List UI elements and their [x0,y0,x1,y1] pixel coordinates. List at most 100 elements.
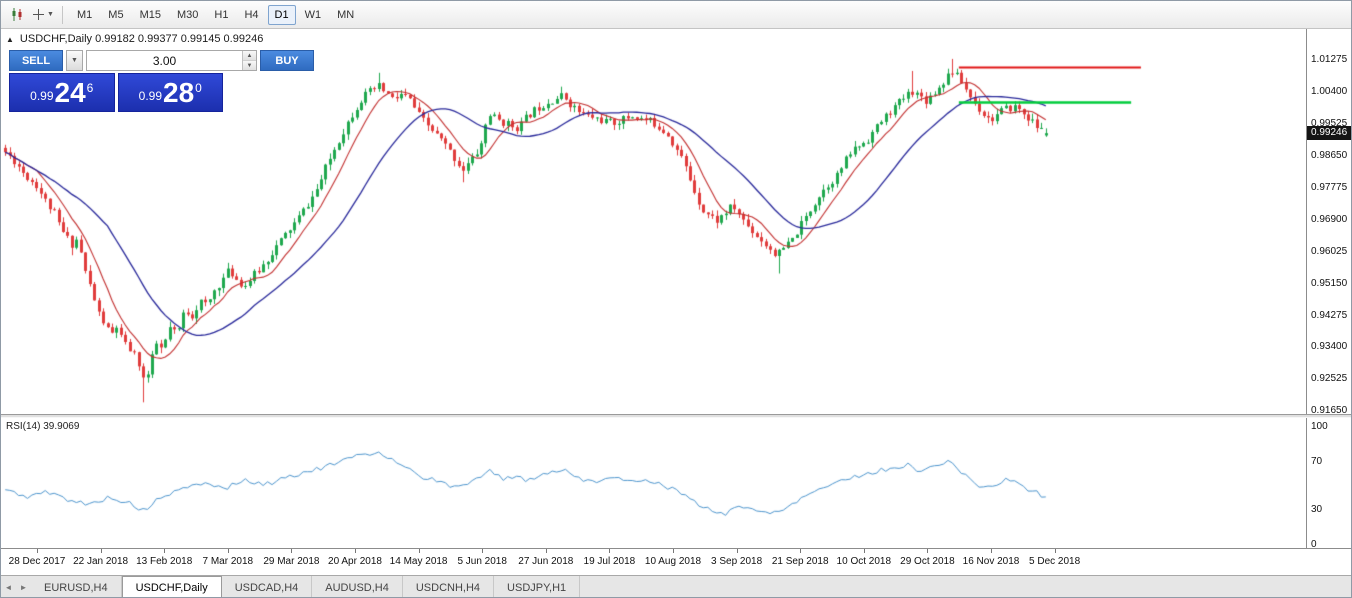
date-axis-tick [164,549,165,553]
chart-tab-usdchf[interactable]: USDCHF,Daily [122,576,222,598]
one-click-trading-panel: SELL ▼ ▲ ▼ BUY 0.99 24 6 0.9 [9,50,223,112]
price-axis-label: 0.94275 [1311,310,1347,321]
rsi-indicator-label: RSI(14) 39.9069 [6,421,79,432]
date-axis-tick [609,549,610,553]
rsi-axis-label: 30 [1311,504,1322,515]
volume-dropdown-button[interactable]: ▼ [66,50,83,71]
chevron-down-icon: ▼ [47,11,54,18]
date-axis-label: 28 Dec 2017 [9,556,66,567]
volume-increase-button[interactable]: ▲ [243,51,256,61]
trading-platform-window: ▼ M1M5M15M30H1H4D1W1MN ▲ USDCHF,Daily 0.… [0,0,1352,598]
chart-type-icon[interactable] [5,4,29,26]
date-axis-label: 5 Jun 2018 [457,556,507,567]
chart-tab-usdcnh[interactable]: USDCNH,H4 [403,576,494,598]
buy-button[interactable]: BUY [260,50,314,71]
date-axis-label: 3 Sep 2018 [711,556,762,567]
price-axis-label: 0.93400 [1311,341,1347,352]
date-axis-tick [864,549,865,553]
chart-tabs: EURUSD,H4USDCHF,DailyUSDCAD,H4AUDUSD,H4U… [31,576,580,598]
price-axis-label: 1.01275 [1311,54,1347,65]
rsi-axis-label: 0 [1311,539,1317,550]
date-axis-tick [419,549,420,553]
date-axis-label: 19 Jul 2018 [584,556,636,567]
date-axis-tick [101,549,102,553]
date-axis-tick [482,549,483,553]
volume-spinner: ▲ ▼ [242,51,256,70]
date-axis-label: 5 Dec 2018 [1029,556,1080,567]
volume-input[interactable] [87,51,242,70]
price-axis-label: 1.00400 [1311,86,1347,97]
candlestick-chart-icon [10,7,25,22]
date-axis-label: 7 Mar 2018 [203,556,254,567]
toolbar: ▼ M1M5M15M30H1H4D1W1MN [1,1,1351,29]
current-price-badge: 0.99246 [1307,126,1352,140]
symbol-ohlc-text: USDCHF,Daily 0.99182 0.99377 0.99145 0.9… [20,33,263,45]
date-axis-label: 10 Aug 2018 [645,556,701,567]
date-axis-label: 29 Mar 2018 [263,556,319,567]
date-axis-label: 29 Oct 2018 [900,556,954,567]
tabs-scroll-left-button[interactable]: ◄ [1,576,16,598]
sell-price-prefix: 0.99 [30,89,53,103]
sell-price-big: 24 [55,79,86,107]
timeframe-button-m1[interactable]: M1 [70,5,99,25]
buy-price-button[interactable]: 0.99 28 0 [118,73,224,112]
price-axis-label: 0.95150 [1311,278,1347,289]
date-axis-tick [673,549,674,553]
date-axis-tick [228,549,229,553]
timeframe-button-d1[interactable]: D1 [268,5,296,25]
price-axis-label: 0.98650 [1311,150,1347,161]
timeframe-button-h1[interactable]: H1 [207,5,235,25]
chart-tabbar: ◄ ► EURUSD,H4USDCHF,DailyUSDCAD,H4AUDUSD… [1,575,1352,598]
rsi-axis-label: 100 [1311,421,1328,432]
crosshair-tool-button[interactable]: ▼ [31,4,55,26]
date-axis-tick [737,549,738,553]
one-click-panel-toggle-icon[interactable]: ▲ [6,35,14,44]
volume-field: ▲ ▼ [86,50,257,71]
chart-tab-usdcad[interactable]: USDCAD,H4 [222,576,313,598]
date-axis-label: 21 Sep 2018 [772,556,829,567]
date-axis-label: 16 Nov 2018 [963,556,1020,567]
toolbar-separator [62,6,63,24]
date-axis-label: 10 Oct 2018 [837,556,891,567]
chart-tab-eurusd[interactable]: EURUSD,H4 [31,576,122,598]
date-axis-tick [991,549,992,553]
date-axis-label: 14 May 2018 [390,556,448,567]
date-axis[interactable]: 28 Dec 201722 Jan 201813 Feb 20187 Mar 2… [1,549,1352,575]
tabs-scroll-right-button[interactable]: ► [16,576,31,598]
price-axis-label: 0.97775 [1311,182,1347,193]
timeframe-button-h4[interactable]: H4 [237,5,265,25]
symbol-header: ▲ USDCHF,Daily 0.99182 0.99377 0.99145 0… [6,33,263,45]
date-axis-tick [291,549,292,553]
rsi-chart-canvas[interactable] [1,418,1306,548]
buy-price-pip: 0 [195,81,202,95]
sell-button[interactable]: SELL [9,50,63,71]
date-axis-label: 27 Jun 2018 [518,556,573,567]
timeframe-button-m15[interactable]: M15 [133,5,168,25]
chart-area: ▲ USDCHF,Daily 0.99182 0.99377 0.99145 0… [1,29,1352,575]
rsi-axis-label: 70 [1311,456,1322,467]
date-axis-label: 20 Apr 2018 [328,556,382,567]
timeframe-button-m5[interactable]: M5 [101,5,130,25]
date-axis-tick [800,549,801,553]
chevron-down-icon: ▼ [71,57,78,64]
date-axis-tick [355,549,356,553]
chart-tab-usdjpy[interactable]: USDJPY,H1 [494,576,580,598]
date-axis-tick [37,549,38,553]
date-axis-tick [927,549,928,553]
price-axis-label: 0.91650 [1311,405,1347,416]
timeframe-button-mn[interactable]: MN [330,5,361,25]
chart-tab-audusd[interactable]: AUDUSD,H4 [312,576,403,598]
volume-decrease-button[interactable]: ▼ [243,61,256,70]
sell-price-button[interactable]: 0.99 24 6 [9,73,115,112]
price-axis-label: 0.96025 [1311,246,1347,257]
timeframe-button-m30[interactable]: M30 [170,5,205,25]
timeframe-button-w1[interactable]: W1 [298,5,329,25]
crosshair-icon [32,8,45,21]
date-axis-label: 22 Jan 2018 [73,556,128,567]
date-axis-tick [1055,549,1056,553]
buy-price-prefix: 0.99 [139,89,162,103]
timeframe-toolbar: M1M5M15M30H1H4D1W1MN [70,5,361,25]
date-axis-tick [546,549,547,553]
price-axis-label: 0.96900 [1311,214,1347,225]
price-axis-label: 0.92525 [1311,373,1347,384]
